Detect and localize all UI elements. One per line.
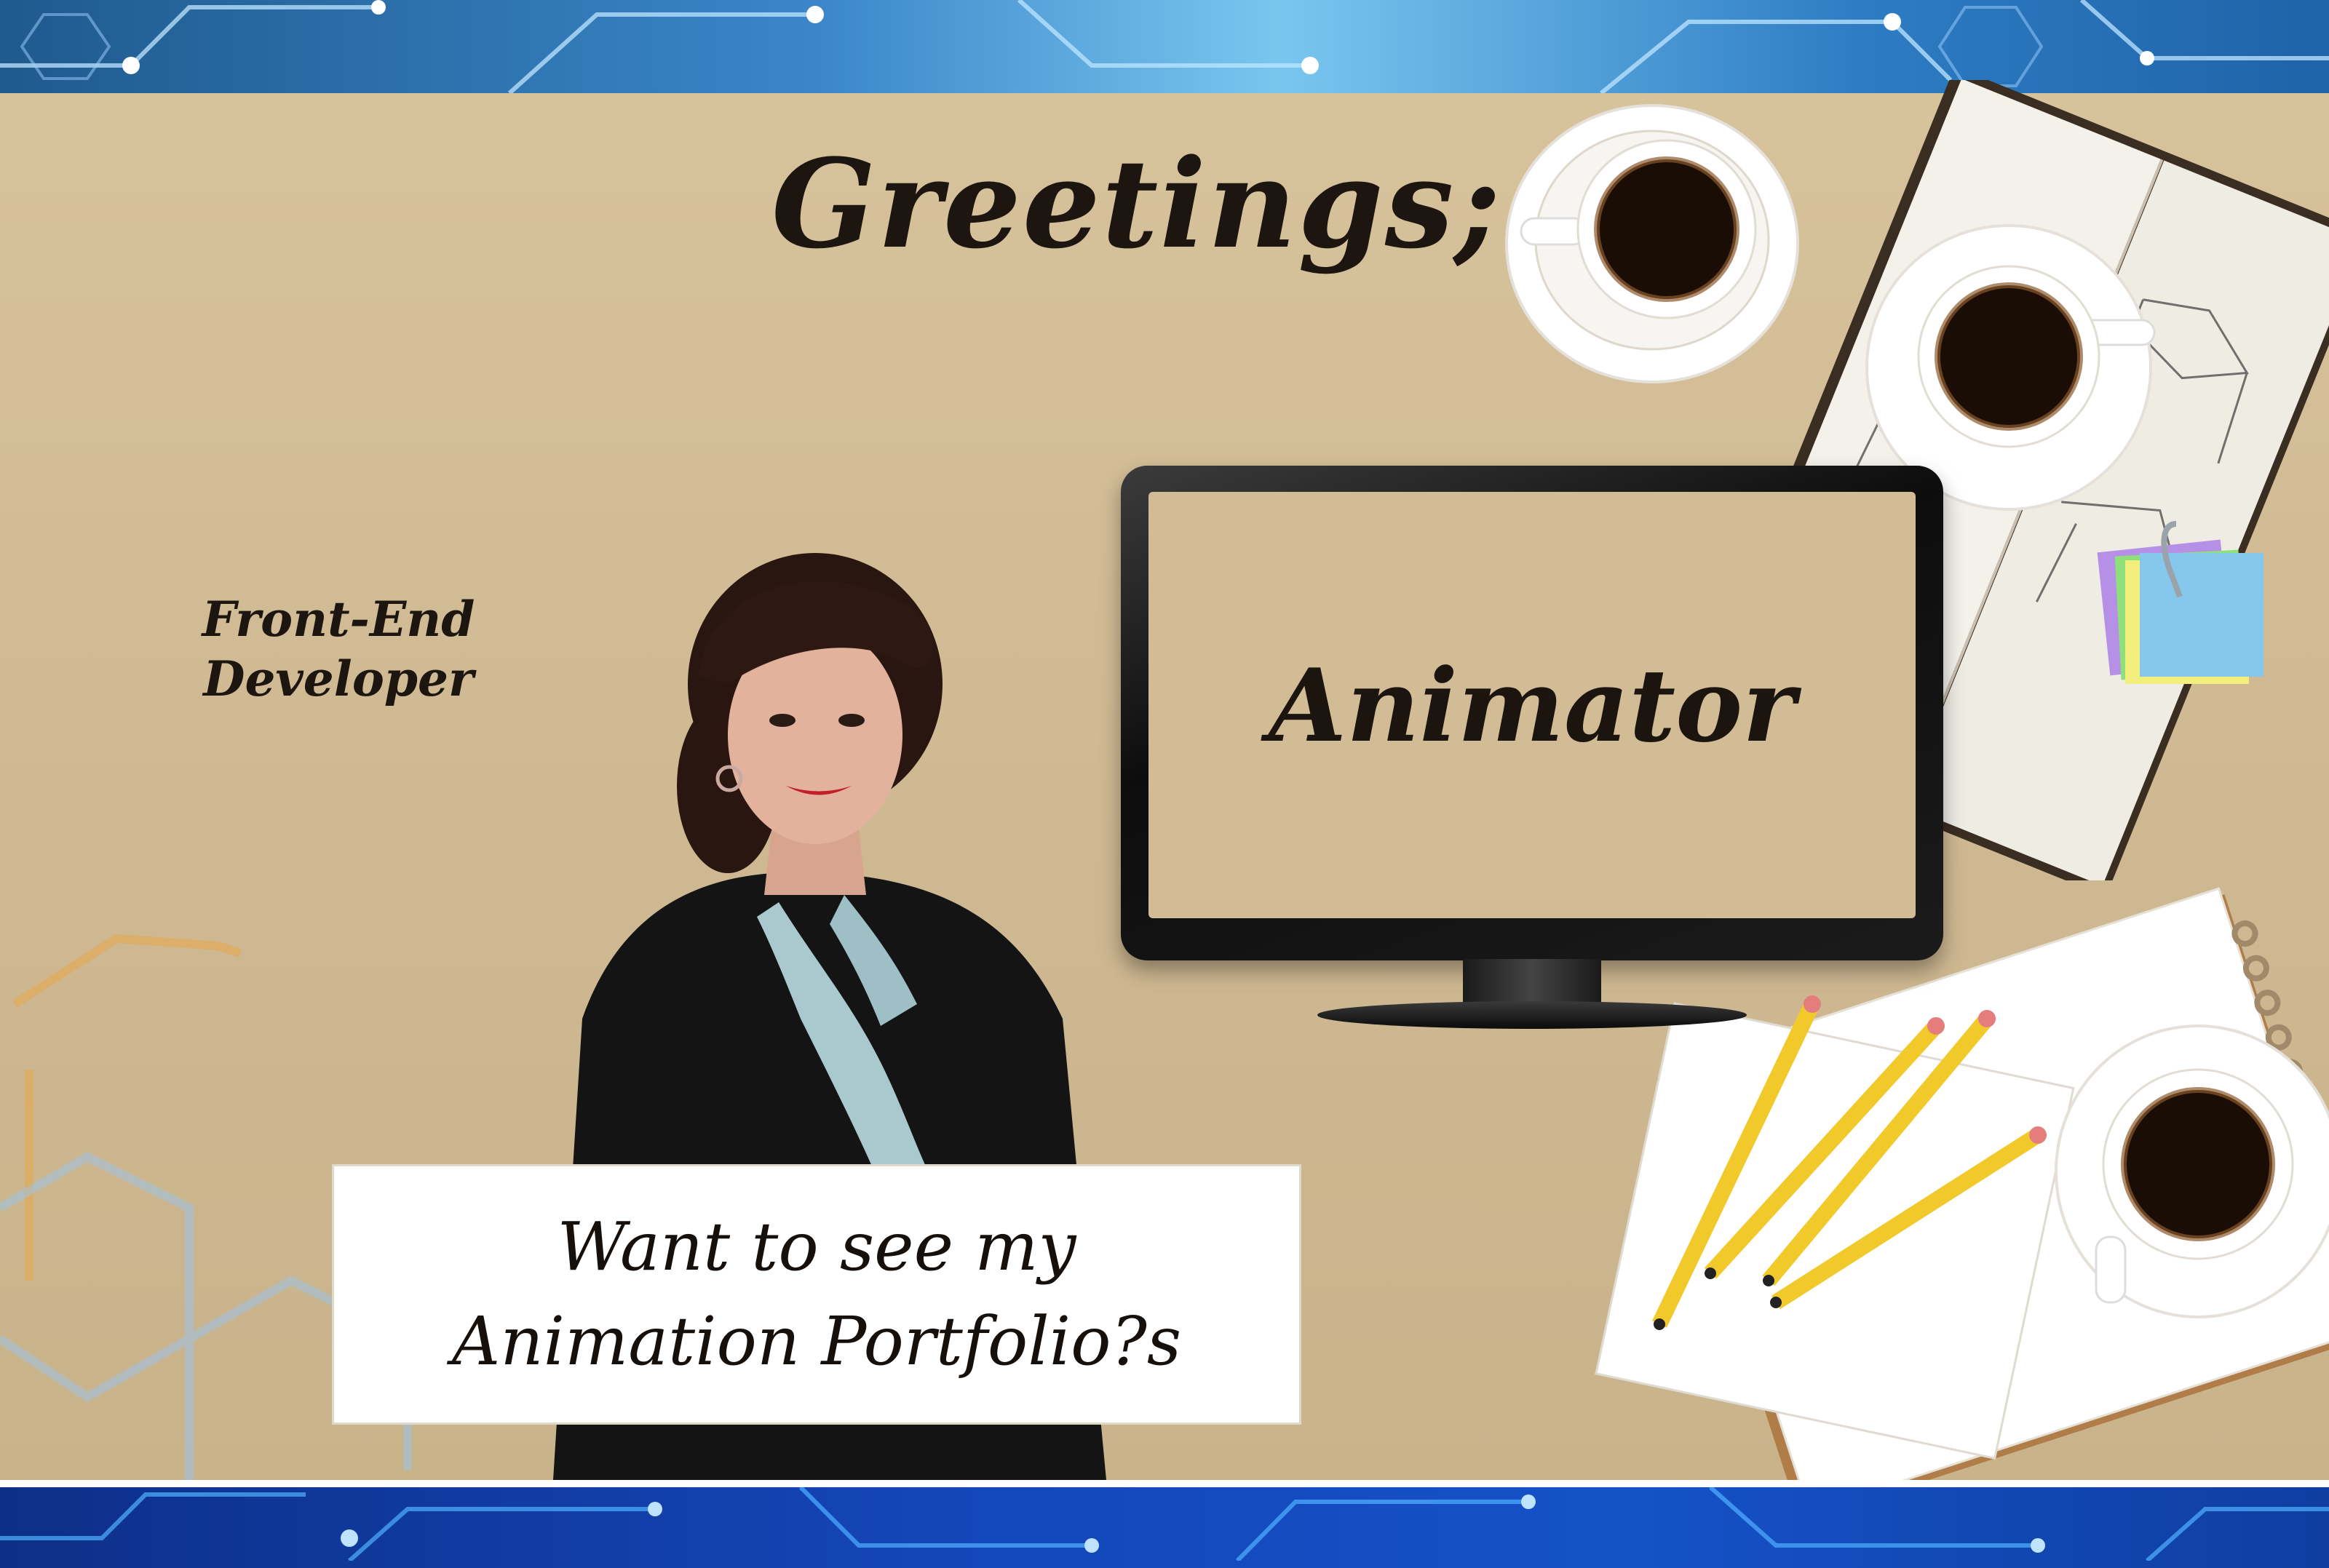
sticky-notes-icon (2097, 521, 2263, 684)
portfolio-cta-button[interactable]: Want to see my Animation Portfolio?s (332, 1164, 1301, 1425)
monitor-screen: Animator (1148, 492, 1916, 918)
circuit-icon (0, 0, 2329, 93)
page-title: Greetings; (771, 132, 1502, 276)
circuit-icon (0, 1487, 2329, 1563)
monitor-screen-text: Animator (1269, 645, 1796, 765)
monitor-stand-base (1317, 1001, 1747, 1029)
top-circuit-banner (0, 0, 2329, 93)
role-line-2: Developer (203, 650, 474, 707)
cta-line-1: Want to see my (557, 1208, 1076, 1286)
role-label: Front-End Developer (167, 589, 509, 709)
bottom-circuit-banner (0, 1480, 2329, 1568)
coffee-cup-icon (2055, 1024, 2329, 1318)
monitor: Animator (1121, 466, 1943, 960)
cta-line-2: Animation Portfolio?s (451, 1302, 1182, 1380)
pencil-icon (1652, 995, 2047, 1330)
role-line-1: Front-End (202, 591, 475, 648)
